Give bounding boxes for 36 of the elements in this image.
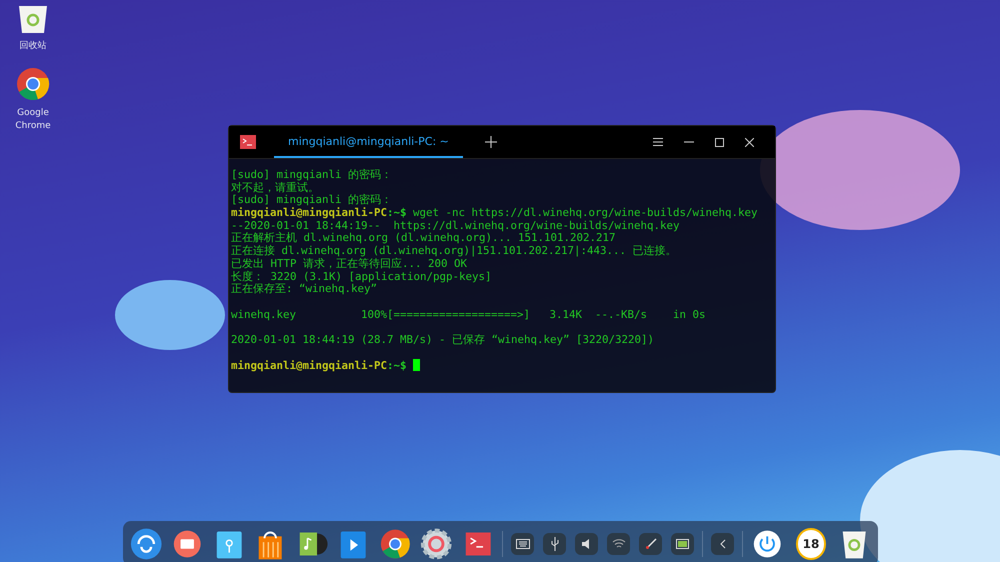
terminal-output-line: winehq.key 100%[===================>] 3.14K --.-KB/s in 0s <box>231 308 707 322</box>
terminal-output-line: 2020-01-01 18:44:19 (28.7 MB/s) - 已保存 “winehq.key” [3220/3220]) <box>231 334 656 347</box>
prompt-user: mingqianli@mingqianli-PC <box>231 359 388 372</box>
chrome-icon[interactable] <box>16 67 50 101</box>
prompt-path: :~$ <box>387 206 407 220</box>
launcher-icon[interactable] <box>129 526 164 562</box>
trash-icon[interactable] <box>16 4 50 34</box>
terminal-output-line: 正在连接 dl.winehq.org (dl.winehq.org)|151.101.202.217|:443... 已连接。 <box>231 245 678 258</box>
text-cursor <box>413 359 420 372</box>
prompt-path: :~$ <box>387 359 407 372</box>
terminal-output-line: 长度： 3220 (3.1K) [application/pgp-keys] <box>231 270 493 283</box>
keyboard-icon[interactable] <box>516 538 530 548</box>
battery-icon[interactable] <box>676 538 690 548</box>
terminal-output-line: [sudo] mingqianli 的密码： <box>231 169 394 182</box>
chevron-left-icon[interactable] <box>720 538 726 548</box>
pen-icon[interactable] <box>644 538 657 550</box>
plus-icon[interactable] <box>484 136 497 148</box>
terminal-output-line: 对不起，请重试。 <box>231 182 320 194</box>
usb-icon[interactable] <box>550 536 559 550</box>
minimize-icon[interactable] <box>684 141 694 143</box>
terminal-icon <box>240 135 256 149</box>
terminal-output-line: [sudo] mingqianli 的密码： <box>231 194 394 207</box>
command-text: wget -nc https://dl.winehq.org/wine-builds/winehq.key <box>413 206 758 220</box>
terminal-output-line: 正在解析主机 dl.winehq.org (dl.winehq.org)... 151.101.202.217 <box>231 232 616 244</box>
terminal-output-line: 正在保存至: “winehq.key” <box>231 283 378 296</box>
terminal-output-line: 已发出 HTTP 请求，正在等待回应... 200 OK <box>231 258 468 270</box>
desktop-icon-label[interactable]: Google Chrome <box>3 107 63 133</box>
menu-icon[interactable] <box>653 138 663 146</box>
desktop-icon-label[interactable]: 回收站 <box>3 40 63 53</box>
maximize-icon[interactable] <box>715 138 724 146</box>
gear-icon[interactable] <box>419 526 454 562</box>
prompt-user: mingqianli@mingqianli-PC <box>231 206 388 220</box>
close-icon[interactable] <box>745 138 754 146</box>
terminal-output-line: --2020-01-01 18:44:19-- https://dl.winehq.org/wine-builds/winehq.key <box>231 220 681 232</box>
clock-widget[interactable]: 18 <box>796 528 826 560</box>
wifi-icon[interactable] <box>612 538 626 548</box>
